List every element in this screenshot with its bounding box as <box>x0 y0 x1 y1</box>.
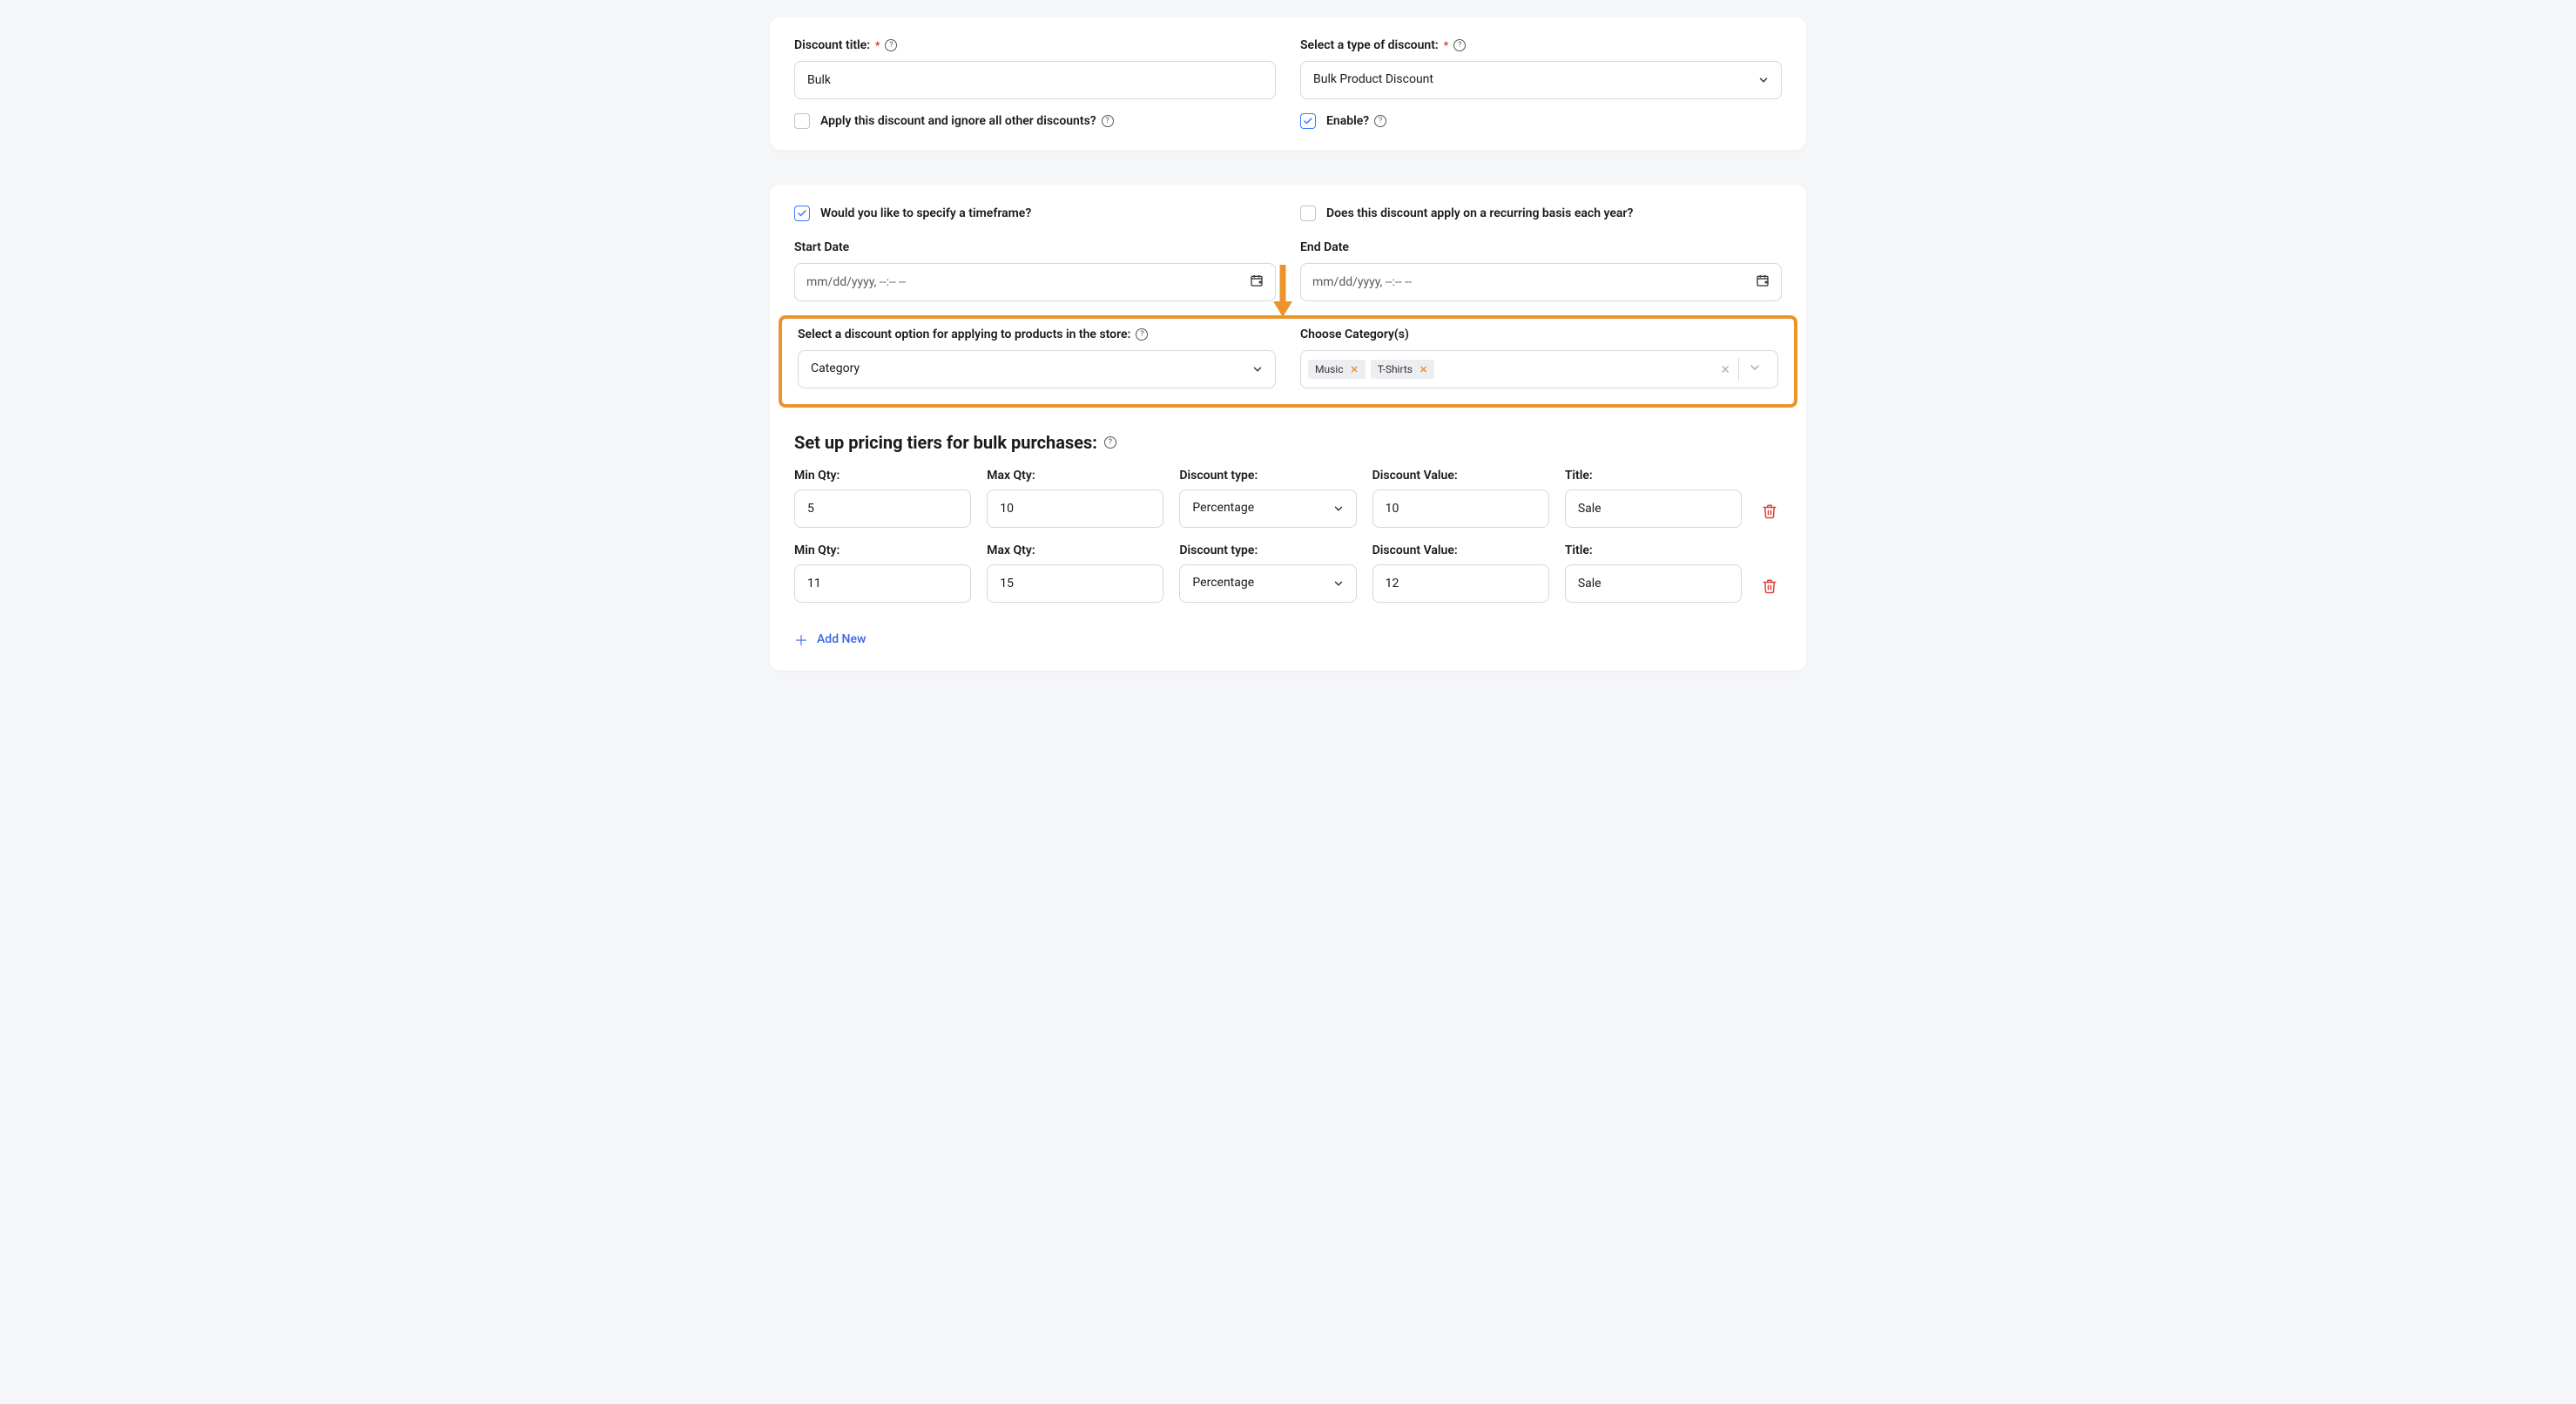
category-tag: T-Shirts ✕ <box>1371 360 1434 379</box>
tag-text: Music <box>1315 363 1343 375</box>
title-field: Title: <box>1565 543 1742 603</box>
calendar-icon[interactable] <box>1756 273 1770 291</box>
category-tag: Music ✕ <box>1308 360 1366 379</box>
discount-type-label: Select a type of discount: * ? <box>1300 38 1782 52</box>
min-qty-input[interactable] <box>794 489 971 528</box>
category-multiselect[interactable]: Music ✕ T-Shirts ✕ × <box>1300 350 1778 388</box>
pricing-tiers-heading: Set up pricing tiers for bulk purchases:… <box>794 432 1782 453</box>
discount-value-field: Discount Value: <box>1372 469 1549 528</box>
tag-text: T-Shirts <box>1378 363 1413 375</box>
add-new-button[interactable]: ＋ Add New <box>794 629 866 650</box>
enable-checkbox-row: Enable? ? <box>1300 113 1782 129</box>
start-date-field: Start Date mm/dd/yyyy, --:-- -- <box>794 240 1276 301</box>
choose-category-field: Choose Category(s) Music ✕ T-Shirts ✕ × <box>1300 327 1778 388</box>
max-qty-label: Max Qty: <box>987 543 1163 557</box>
plus-icon: ＋ <box>794 629 808 650</box>
discount-value-input[interactable] <box>1372 489 1549 528</box>
annotation-arrow-icon <box>1273 265 1292 321</box>
label-text: Select a discount option for applying to… <box>798 327 1130 341</box>
help-icon[interactable]: ? <box>1102 115 1114 127</box>
tier-row: Min Qty: Max Qty: Discount type: Percent… <box>794 469 1782 528</box>
discount-title-input[interactable] <box>794 61 1276 99</box>
end-date-field: End Date mm/dd/yyyy, --:-- -- <box>1300 240 1782 301</box>
max-qty-label: Max Qty: <box>987 469 1163 483</box>
ignore-others-checkbox-row: Apply this discount and ignore all other… <box>794 113 1276 129</box>
discount-option-select[interactable]: Category <box>798 350 1276 388</box>
min-qty-label: Min Qty: <box>794 469 971 483</box>
discount-value-field: Discount Value: <box>1372 543 1549 603</box>
tag-remove-icon[interactable]: ✕ <box>1350 364 1358 375</box>
required-asterisk: * <box>875 40 880 51</box>
choose-category-label: Choose Category(s) <box>1300 327 1778 341</box>
enable-checkbox[interactable] <box>1300 113 1316 129</box>
discount-type-label: Discount type: <box>1179 543 1356 557</box>
max-qty-input[interactable] <box>987 489 1163 528</box>
discount-value-input[interactable] <box>1372 564 1549 603</box>
discount-header-card: Discount title: * ? Select a type of dis… <box>770 17 1806 150</box>
timeframe-checkbox-row: Would you like to specify a timeframe? <box>794 206 1276 221</box>
tier-row: Min Qty: Max Qty: Discount type: Percent… <box>794 543 1782 603</box>
end-date-input[interactable] <box>1300 263 1782 301</box>
discount-type-field: Discount type: Percentage <box>1179 469 1356 528</box>
max-qty-field: Max Qty: <box>987 469 1163 528</box>
discount-value-label: Discount Value: <box>1372 543 1549 557</box>
ignore-others-label: Apply this discount and ignore all other… <box>820 114 1114 128</box>
delete-tier-button[interactable] <box>1757 503 1782 528</box>
tag-remove-icon[interactable]: ✕ <box>1419 364 1427 375</box>
title-field: Title: <box>1565 469 1742 528</box>
title-input[interactable] <box>1565 489 1742 528</box>
help-icon[interactable]: ? <box>1374 115 1386 127</box>
recurring-label: Does this discount apply on a recurring … <box>1326 206 1633 220</box>
required-asterisk: * <box>1444 40 1448 51</box>
discount-type-select[interactable]: Bulk Product Discount <box>1300 61 1782 99</box>
timeframe-checkbox[interactable] <box>794 206 810 221</box>
discount-title-label: Discount title: * ? <box>794 38 1276 52</box>
recurring-checkbox[interactable] <box>1300 206 1316 221</box>
timeframe-label: Would you like to specify a timeframe? <box>820 206 1031 220</box>
min-qty-field: Min Qty: <box>794 469 971 528</box>
enable-label: Enable? ? <box>1326 114 1386 128</box>
min-qty-input[interactable] <box>794 564 971 603</box>
label-text: Select a type of discount: <box>1300 38 1439 52</box>
clear-all-icon[interactable]: × <box>1712 361 1738 379</box>
calendar-icon[interactable] <box>1250 273 1264 291</box>
label-text: Discount title: <box>794 38 870 52</box>
ignore-others-checkbox[interactable] <box>794 113 810 129</box>
end-date-label: End Date <box>1300 240 1782 254</box>
title-label: Title: <box>1565 543 1742 557</box>
discount-type-label: Discount type: <box>1179 469 1356 483</box>
discount-config-card: Would you like to specify a timeframe? D… <box>770 185 1806 671</box>
discount-type-field: Select a type of discount: * ? Bulk Prod… <box>1300 38 1782 99</box>
max-qty-field: Max Qty: <box>987 543 1163 603</box>
recurring-checkbox-row: Does this discount apply on a recurring … <box>1300 206 1782 221</box>
title-input[interactable] <box>1565 564 1742 603</box>
help-icon[interactable]: ? <box>885 39 897 51</box>
label-text: Enable? <box>1326 114 1369 128</box>
min-qty-label: Min Qty: <box>794 543 971 557</box>
highlighted-section: Select a discount option for applying to… <box>779 315 1797 408</box>
discount-option-label: Select a discount option for applying to… <box>798 327 1276 341</box>
discount-title-field: Discount title: * ? <box>794 38 1276 99</box>
discount-option-field: Select a discount option for applying to… <box>798 327 1276 388</box>
min-qty-field: Min Qty: <box>794 543 971 603</box>
discount-type-select[interactable]: Percentage <box>1179 489 1356 528</box>
chevron-down-icon[interactable] <box>1739 361 1770 378</box>
discount-value-label: Discount Value: <box>1372 469 1549 483</box>
discount-type-field: Discount type: Percentage <box>1179 543 1356 603</box>
discount-type-select[interactable]: Percentage <box>1179 564 1356 603</box>
title-label: Title: <box>1565 469 1742 483</box>
help-icon[interactable]: ? <box>1104 436 1116 449</box>
label-text: Apply this discount and ignore all other… <box>820 114 1096 128</box>
start-date-input[interactable] <box>794 263 1276 301</box>
delete-tier-button[interactable] <box>1757 578 1782 603</box>
help-icon[interactable]: ? <box>1136 328 1148 341</box>
start-date-label: Start Date <box>794 240 1276 254</box>
add-new-label: Add New <box>817 632 866 646</box>
help-icon[interactable]: ? <box>1453 39 1466 51</box>
max-qty-input[interactable] <box>987 564 1163 603</box>
heading-text: Set up pricing tiers for bulk purchases: <box>794 432 1097 453</box>
